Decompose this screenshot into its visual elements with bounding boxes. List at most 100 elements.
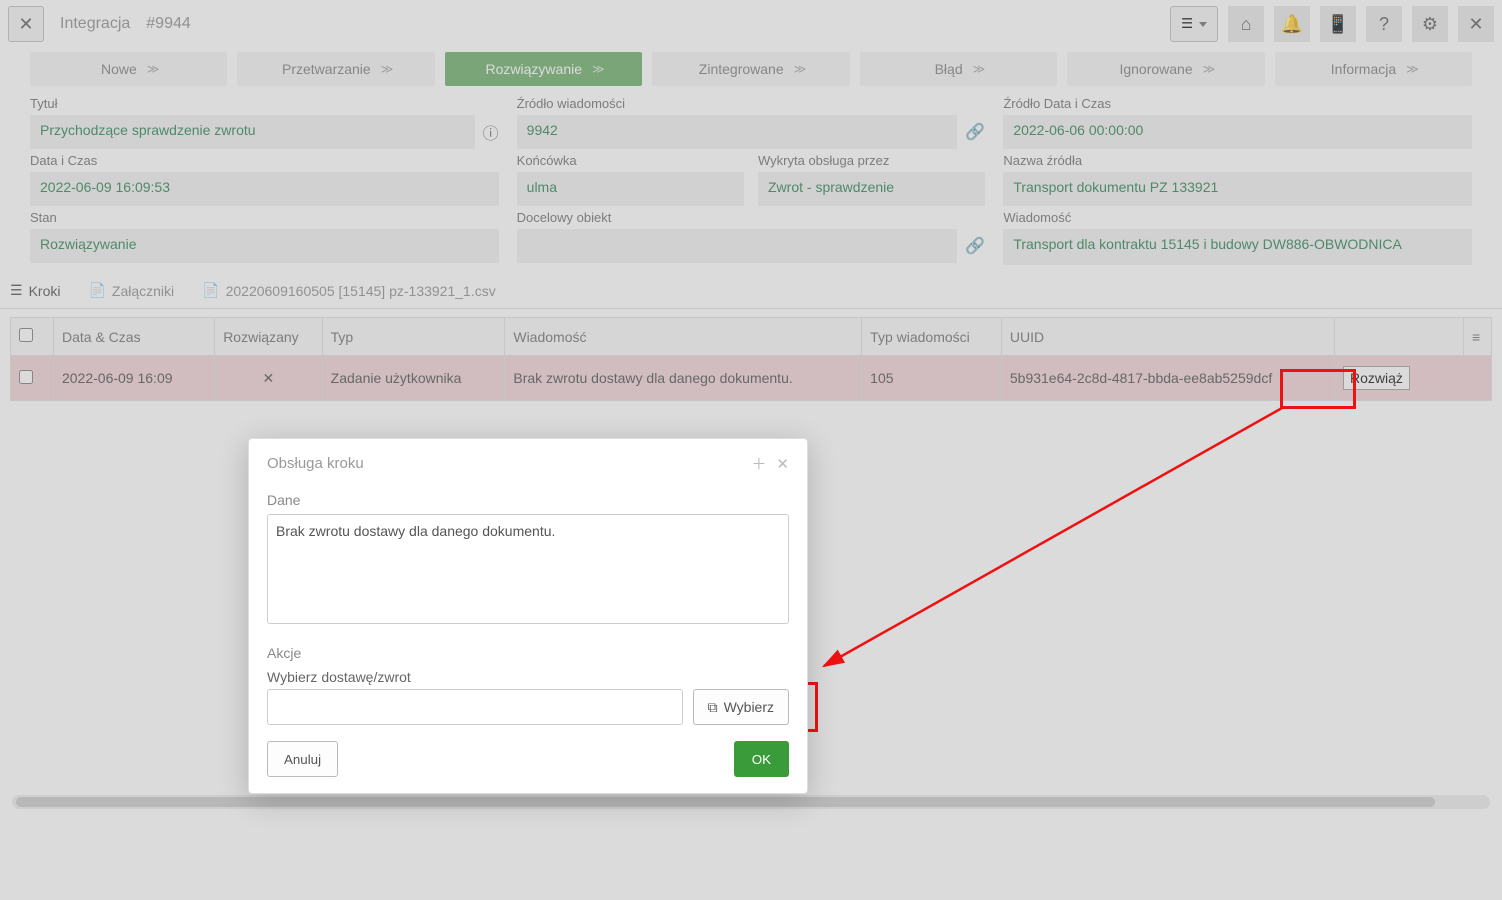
- th-action: [1335, 318, 1464, 356]
- link-icon[interactable]: 🔗: [965, 122, 985, 142]
- horizontal-scrollbar[interactable]: [12, 795, 1490, 809]
- chevrons-icon: ≫: [973, 62, 983, 76]
- phone-icon: 📱: [1327, 14, 1349, 35]
- wybierz-dostawe-input[interactable]: [267, 689, 683, 725]
- help-button[interactable]: ?: [1366, 6, 1402, 42]
- mobile-button[interactable]: 📱: [1320, 6, 1356, 42]
- field-label-zrodlo-wiadomosci: Źródło wiadomości: [517, 96, 986, 111]
- cancel-button[interactable]: Anuluj: [267, 741, 338, 777]
- status-tab-ignorowane[interactable]: Ignorowane ≫: [1067, 52, 1264, 86]
- status-tab-informacja[interactable]: Informacja≫: [1275, 52, 1472, 86]
- question-icon: ?: [1379, 14, 1389, 35]
- dialog-close-button[interactable]: ✕: [776, 455, 789, 473]
- notifications-button[interactable]: 🔔: [1274, 6, 1310, 42]
- table-row[interactable]: 2022-06-09 16:09 ✕ Zadanie użytkownika B…: [11, 356, 1492, 401]
- close-icon: ✕: [1468, 14, 1483, 35]
- link-icon[interactable]: 🔗: [965, 236, 985, 256]
- th-type[interactable]: Typ: [322, 318, 505, 356]
- status-tab-label: Błąd: [935, 61, 963, 77]
- settings-button[interactable]: ⚙: [1412, 6, 1448, 42]
- field-label-wykryta-obsluga: Wykryta obsługa przez: [758, 153, 985, 168]
- subtab-kroki[interactable]: ☰ Kroki: [10, 282, 60, 299]
- subtab-label: 20220609160505 [15145] pz-133921_1.csv: [226, 283, 496, 299]
- field-label-tytul: Tytuł: [30, 96, 499, 111]
- section-label-akcje: Akcje: [267, 645, 789, 661]
- th-more[interactable]: ≡: [1464, 318, 1492, 356]
- field-label-data-czas: Data i Czas: [30, 153, 499, 168]
- status-tab-label: Przetwarzanie: [282, 61, 371, 77]
- subtab-zalaczniki[interactable]: 📄 Załączniki: [88, 282, 174, 299]
- status-tabs: Nowe ≫ Przetwarzanie ≫ Rozwiązywanie ≫ Zint…: [0, 48, 1502, 96]
- field-label-docelowy-obiekt: Docelowy obiekt: [517, 210, 986, 225]
- status-tab-label: Zintegrowane: [699, 61, 784, 77]
- home-button[interactable]: ⌂: [1228, 6, 1264, 42]
- cell-uuid: 5b931e64-2c8d-4817-bbda-ee8ab5259dcf: [1001, 356, 1334, 401]
- field-value-tytul: Przychodzące sprawdzenie zwrotu: [30, 115, 475, 149]
- status-tab-label: Rozwiązywanie: [486, 61, 582, 77]
- dialog-title: Obsługa kroku: [267, 455, 741, 472]
- resolve-button[interactable]: Rozwiąż: [1343, 366, 1410, 390]
- chevrons-icon: ≫: [794, 62, 804, 76]
- hamburger-icon: ≡: [1472, 329, 1480, 345]
- subtab-file[interactable]: 📄 20220609160505 [15145] pz-133921_1.csv: [202, 282, 496, 299]
- status-tab-przetwarzanie[interactable]: Przetwarzanie ≫: [237, 52, 434, 86]
- row-checkbox[interactable]: [19, 370, 33, 384]
- file-icon: 📄: [88, 282, 105, 299]
- close-icon: ✕: [18, 14, 33, 35]
- field-value-data-czas: 2022-06-09 16:09:53: [30, 172, 499, 206]
- wybierz-button[interactable]: ⧉ Wybierz: [693, 689, 789, 725]
- section-label-dane: Dane: [267, 492, 789, 508]
- subtab-label: Załączniki: [112, 283, 174, 299]
- ok-button[interactable]: OK: [734, 741, 789, 777]
- app-close-button[interactable]: ✕: [1458, 6, 1494, 42]
- page-title-id: #9944: [146, 15, 191, 33]
- chevron-down-icon: [1199, 22, 1207, 27]
- cell-date: 2022-06-09 16:09: [53, 356, 214, 401]
- chevrons-icon: ≫: [1203, 62, 1213, 76]
- bell-icon: 🔔: [1281, 14, 1303, 35]
- field-value-zrodlo-data-czas: 2022-06-06 00:00:00: [1003, 115, 1472, 149]
- dialog-add-button[interactable]: ＋: [751, 453, 766, 474]
- field-label-wiadomosc: Wiadomość: [1003, 210, 1472, 225]
- chevrons-icon: ≫: [381, 62, 391, 76]
- field-value-stan: Rozwiązywanie: [30, 229, 499, 263]
- th-uuid[interactable]: UUID: [1001, 318, 1334, 356]
- chevrons-icon: ≫: [147, 62, 157, 76]
- close-button[interactable]: ✕: [8, 6, 44, 42]
- list-icon: ☰: [10, 282, 23, 299]
- subtab-label: Kroki: [29, 283, 61, 299]
- field-label-wybierz-dostawe: Wybierz dostawę/zwrot: [267, 669, 789, 685]
- th-msgtype[interactable]: Typ wiadomości: [862, 318, 1002, 356]
- cell-message: Brak zwrotu dostawy dla danego dokumentu…: [505, 356, 862, 401]
- th-message[interactable]: Wiadomość: [505, 318, 862, 356]
- field-value-docelowy-obiekt: [517, 229, 958, 263]
- hamburger-icon: ☰: [1181, 16, 1193, 32]
- chevrons-icon: ≫: [592, 62, 602, 76]
- chevrons-icon: ≫: [1406, 62, 1416, 76]
- unresolved-icon: ✕: [263, 370, 275, 386]
- steps-table: Data & Czas Rozwiązany Typ Wiadomość Typ…: [10, 317, 1492, 401]
- status-tab-label: Ignorowane: [1119, 61, 1192, 77]
- file-icon: 📄: [202, 282, 219, 299]
- scrollbar-thumb[interactable]: [16, 797, 1435, 807]
- field-value-koncowka: ulma: [517, 172, 744, 206]
- status-tab-zintegrowane[interactable]: Zintegrowane ≫: [652, 52, 849, 86]
- field-value-zrodlo-wiadomosci: 9942: [517, 115, 958, 149]
- step-handling-dialog: Obsługa kroku ＋ ✕ Dane Akcje Wybierz dos…: [248, 438, 808, 794]
- status-tab-label: Nowe: [101, 61, 137, 77]
- info-icon[interactable]: ⓘ: [483, 120, 499, 144]
- cell-type: Zadanie użytkownika: [322, 356, 505, 401]
- select-all-checkbox[interactable]: [19, 328, 33, 342]
- field-label-zrodlo-data-czas: Źródło Data i Czas: [1003, 96, 1472, 111]
- view-mode-button[interactable]: ☰: [1170, 6, 1218, 42]
- home-icon: ⌂: [1241, 14, 1252, 35]
- field-value-wykryta-obsluga: Zwrot - sprawdzenie: [758, 172, 985, 206]
- status-tab-rozwiazywanie[interactable]: Rozwiązywanie ≫: [445, 52, 642, 86]
- page-title-app: Integracja: [60, 15, 130, 33]
- th-resolved[interactable]: Rozwiązany: [215, 318, 322, 356]
- status-tab-blad[interactable]: Błąd ≫: [860, 52, 1057, 86]
- field-label-stan: Stan: [30, 210, 499, 225]
- status-tab-nowe[interactable]: Nowe ≫: [30, 52, 227, 86]
- dane-textarea[interactable]: [267, 514, 789, 624]
- th-date[interactable]: Data & Czas: [53, 318, 214, 356]
